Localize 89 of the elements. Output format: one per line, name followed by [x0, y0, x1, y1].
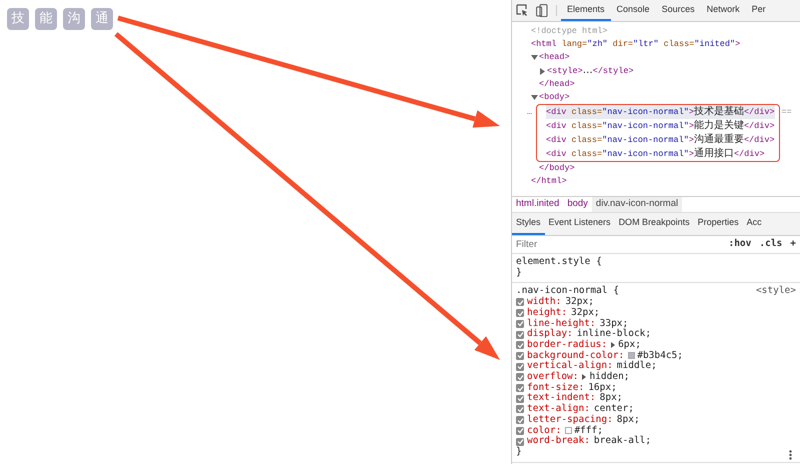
css-property-name: letter-spacing:: [527, 414, 613, 426]
dom-line[interactable]: <div class="nav-icon-normal">能力是关键</div>: [546, 119, 775, 133]
css-property-name: background-color:: [527, 350, 624, 361]
css-property-value: middle;: [616, 361, 657, 372]
hover-state-toggle[interactable]: :hov: [724, 237, 756, 252]
expand-triangle-icon[interactable]: [611, 342, 616, 348]
add-rule-button[interactable]: +: [786, 237, 800, 252]
checkbox[interactable]: [516, 373, 524, 382]
checkbox[interactable]: [516, 330, 524, 339]
css-property-value: 33px;: [600, 318, 628, 329]
checkbox[interactable]: [516, 384, 524, 392]
css-property-name: height:: [527, 308, 568, 318]
checkbox[interactable]: [516, 298, 524, 306]
dom-line[interactable]: </head>: [539, 78, 575, 91]
class-toggle[interactable]: .cls: [755, 237, 786, 252]
dom-line[interactable]: <div class="nav-icon-normal">沟通最重要</div>: [546, 133, 775, 147]
css-property-value: 8px;: [616, 414, 640, 426]
css-property-value: 6px;: [618, 340, 641, 350]
css-property-name: text-align:: [527, 404, 590, 414]
panel-tab[interactable]: Console: [610, 0, 656, 21]
checkbox[interactable]: [516, 309, 524, 318]
checkbox[interactable]: [516, 352, 524, 360]
nav-tile: 通: [91, 8, 113, 30]
checkbox[interactable]: [516, 341, 524, 350]
css-property-name: border-radius:: [527, 340, 608, 350]
css-property-name: font-size:: [527, 382, 584, 393]
sidebar-tab[interactable]: Acc: [742, 213, 766, 235]
css-property-name: width:: [527, 297, 562, 308]
css-property-name: word-break:: [527, 436, 590, 447]
checkbox[interactable]: [516, 438, 524, 446]
expand-triangle-icon[interactable]: [539, 68, 546, 74]
dom-line[interactable]: <div class="nav-icon-normal">通用接口</div>: [546, 147, 765, 161]
css-property-name: vertical-align:: [527, 361, 613, 372]
nav-tile: 沟: [63, 8, 85, 30]
collapse-triangle-icon[interactable]: [531, 94, 538, 101]
css-property-name: overflow:: [527, 372, 578, 382]
more-options-icon[interactable]: [789, 450, 792, 460]
panel-tab[interactable]: Per: [746, 0, 772, 21]
selected-marker: ==: [781, 106, 792, 118]
css-selector: .nav-icon-normal {: [516, 286, 619, 296]
breadcrumb[interactable]: div.nav-icon-normal: [592, 197, 682, 212]
breadcrumb[interactable]: html.inited: [512, 197, 564, 212]
closing-brace: }: [516, 266, 522, 278]
css-property-value: inline-block;: [576, 329, 652, 340]
checkbox[interactable]: [516, 426, 524, 435]
collapse-triangle-icon[interactable]: [531, 54, 538, 61]
more-icon[interactable]: …: [527, 106, 532, 118]
dom-line[interactable]: </html>: [531, 175, 567, 188]
device-toolbar-icon[interactable]: [536, 4, 548, 17]
css-property-value: 32px;: [565, 297, 594, 308]
sidebar-tab[interactable]: Event Listeners: [544, 213, 615, 235]
css-selector: element.style {: [516, 257, 602, 268]
style-source-link[interactable]: <style>: [756, 286, 796, 298]
checkbox[interactable]: [516, 405, 524, 414]
checkbox[interactable]: [516, 362, 524, 371]
css-property-value: 8px;: [600, 393, 623, 404]
css-property-name: line-height:: [527, 318, 596, 329]
expand-triangle-icon[interactable]: [582, 374, 586, 380]
css-property-name: color:: [527, 426, 562, 436]
checkbox[interactable]: [516, 394, 524, 403]
panel-tab[interactable]: Sources: [656, 0, 701, 21]
dom-line[interactable]: <style>…</style>: [547, 64, 634, 78]
sidebar-tab[interactable]: DOM Breakpoints: [614, 213, 694, 235]
css-property-value: center;: [594, 404, 634, 414]
css-property-value: 16px;: [588, 382, 617, 393]
dom-line[interactable]: <body>: [539, 91, 570, 104]
dom-line[interactable]: <head>: [539, 51, 570, 64]
css-property-value: break-all;: [594, 436, 652, 447]
sidebar-tab[interactable]: Properties: [694, 213, 743, 235]
breadcrumb[interactable]: body: [563, 197, 592, 212]
css-property-name: text-indent:: [527, 393, 596, 404]
color-swatch[interactable]: [565, 427, 572, 434]
color-swatch[interactable]: [628, 352, 636, 360]
checkbox[interactable]: [516, 416, 524, 424]
css-property-value: hidden;: [589, 372, 630, 383]
css-property-value: #fff;: [574, 426, 603, 436]
panel-tab[interactable]: Elements: [561, 0, 611, 21]
closing-brace: }: [516, 446, 522, 457]
panel-tab[interactable]: Network: [700, 0, 746, 21]
dom-line[interactable]: </body>: [539, 162, 575, 175]
checkbox[interactable]: [516, 320, 524, 328]
nav-tile: 技: [7, 8, 29, 30]
dom-line[interactable]: <html lang="zh" dir="ltr" class="inited">: [531, 38, 740, 51]
sidebar-tab[interactable]: Styles: [512, 213, 545, 235]
css-property-name: display:: [527, 329, 573, 340]
css-property-value: 32px;: [571, 308, 600, 318]
nav-tile: 能: [35, 8, 57, 30]
css-property-value: #b3b4c5;: [637, 350, 683, 361]
inspect-icon[interactable]: [516, 4, 528, 17]
